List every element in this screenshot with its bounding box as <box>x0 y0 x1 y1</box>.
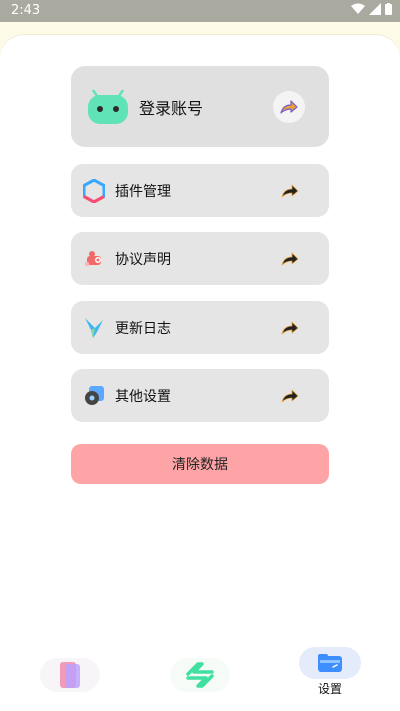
status-icons <box>351 3 392 15</box>
nav-item-library[interactable] <box>40 658 100 692</box>
menu-item-plugins[interactable]: 插件管理 <box>71 164 329 217</box>
nav-settings-label: 设置 <box>318 682 343 696</box>
share-arrow-icon <box>280 99 298 114</box>
menu-item-label: 协议声明 <box>115 251 171 268</box>
share-arrow-icon <box>281 321 299 334</box>
update-bird-icon <box>85 317 103 338</box>
share-arrow-icon <box>281 389 299 402</box>
login-card[interactable]: 登录账号 <box>71 66 329 147</box>
agreement-icon <box>85 250 101 266</box>
cards-icon <box>60 662 80 688</box>
nav-item-swap[interactable] <box>170 658 230 692</box>
battery-icon <box>385 3 392 15</box>
wifi-icon <box>351 3 365 14</box>
login-arrow-button[interactable] <box>273 90 305 123</box>
share-arrow-icon <box>281 184 299 197</box>
settings-gear-icon <box>85 385 104 405</box>
hexagon-plugin-icon <box>83 178 105 203</box>
clear-data-button[interactable]: 清除数据 <box>71 444 329 484</box>
signal-icon <box>369 3 381 15</box>
menu-item-label: 插件管理 <box>115 183 171 200</box>
menu-item-update-log[interactable]: 更新日志 <box>71 301 329 354</box>
android-icon <box>88 89 128 124</box>
menu-item-agreement[interactable]: 协议声明 <box>71 232 329 285</box>
menu-item-label: 其他设置 <box>115 388 171 405</box>
status-bar: 2:43 <box>0 0 400 22</box>
settings-folder-icon <box>318 654 342 672</box>
menu-item-label: 更新日志 <box>115 320 171 337</box>
share-arrow-icon <box>281 252 299 265</box>
swap-arrows-icon <box>186 662 214 688</box>
menu-item-other-settings[interactable]: 其他设置 <box>71 369 329 422</box>
status-time: 2:43 <box>11 3 41 18</box>
login-label: 登录账号 <box>139 98 204 118</box>
nav-item-settings[interactable] <box>299 647 361 679</box>
